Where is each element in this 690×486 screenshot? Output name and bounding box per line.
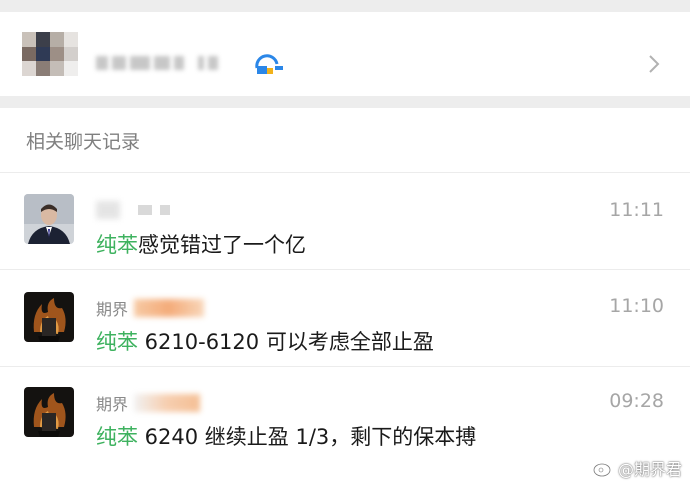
section-label: 相关聊天记录 xyxy=(0,108,690,173)
highlight-keyword: 纯苯 xyxy=(96,233,138,257)
message-time: 11:10 xyxy=(609,295,664,317)
message-text: 纯苯 6210-6120 可以考虑全部止盈 xyxy=(96,330,434,354)
top-gap xyxy=(0,0,690,12)
weibo-icon xyxy=(592,461,613,477)
sender-name: 期界 xyxy=(96,391,201,415)
message-time: 09:28 xyxy=(609,390,664,412)
avatar xyxy=(24,387,74,437)
highlight-keyword: 纯苯 xyxy=(96,330,138,354)
sender-name xyxy=(96,201,170,219)
contact-name-obscured xyxy=(96,56,218,70)
chevron-right-icon xyxy=(649,55,660,73)
message-item[interactable]: 期界 09:28 纯苯 6240 继续止盈 1/3，剩下的保本搏 xyxy=(0,367,690,463)
contact-avatar xyxy=(22,32,78,76)
avatar xyxy=(24,292,74,342)
verified-badge-icon xyxy=(255,54,283,74)
section-gap xyxy=(0,96,690,108)
message-time: 11:11 xyxy=(609,199,664,221)
contact-card[interactable] xyxy=(0,12,690,96)
sender-name: 期界 xyxy=(96,296,205,320)
message-text: 纯苯感觉错过了一个亿 xyxy=(96,233,306,257)
avatar xyxy=(24,194,74,244)
message-item[interactable]: 期界 11:10 纯苯 6210-6120 可以考虑全部止盈 xyxy=(0,270,690,367)
watermark-text: @期界君 xyxy=(617,460,682,479)
message-text: 纯苯 6240 继续止盈 1/3，剩下的保本搏 xyxy=(96,425,477,449)
chat-search-page: 相关聊天记录 11:11 纯苯感觉错过了一个亿 期界 11:10 纯苯 6210… xyxy=(0,0,690,486)
watermark: @期界君 xyxy=(592,456,682,480)
highlight-keyword: 纯苯 xyxy=(96,425,138,449)
message-item[interactable]: 11:11 纯苯感觉错过了一个亿 xyxy=(0,173,690,270)
